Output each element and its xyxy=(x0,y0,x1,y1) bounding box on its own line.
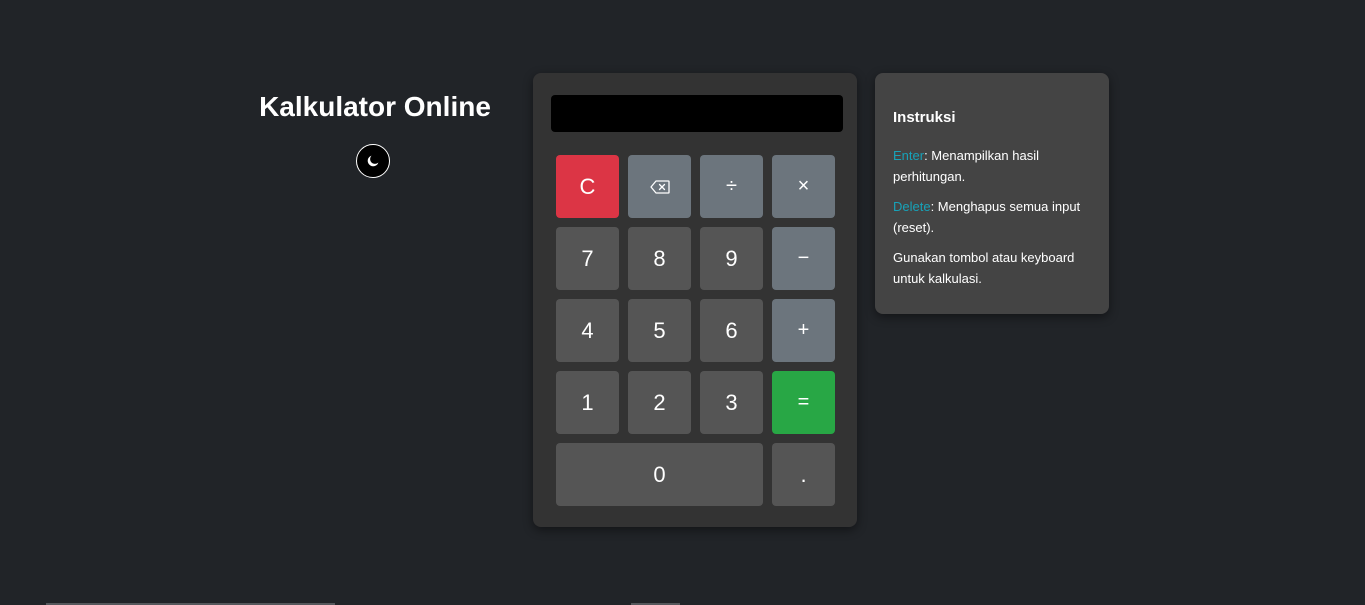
calculator: C ÷ × 7 8 9 − 4 5 6 + 1 2 3 = 0 . xyxy=(533,73,857,527)
instructions-title: Instruksi xyxy=(893,109,956,126)
digit-8-button[interactable]: 8 xyxy=(628,227,691,290)
digit-5-button[interactable]: 5 xyxy=(628,299,691,362)
digit-7-button[interactable]: 7 xyxy=(556,227,619,290)
digit-9-button[interactable]: 9 xyxy=(700,227,763,290)
digit-2-button[interactable]: 2 xyxy=(628,371,691,434)
digit-3-button[interactable]: 3 xyxy=(700,371,763,434)
minus-button[interactable]: − xyxy=(772,227,835,290)
backspace-button[interactable] xyxy=(628,155,691,218)
header-area: Kalkulator Online xyxy=(255,88,495,178)
backspace-icon xyxy=(649,179,670,194)
instruction-delete: Delete: Menghapus semua input (reset). xyxy=(893,196,1091,238)
divide-button[interactable]: ÷ xyxy=(700,155,763,218)
theme-toggle-button[interactable] xyxy=(356,144,390,178)
plus-button[interactable]: + xyxy=(772,299,835,362)
calculator-display[interactable] xyxy=(551,95,843,132)
decimal-button[interactable]: . xyxy=(772,443,835,506)
digit-4-button[interactable]: 4 xyxy=(556,299,619,362)
multiply-button[interactable]: × xyxy=(772,155,835,218)
instructions-panel: Instruksi Enter: Menampilkan hasil perhi… xyxy=(875,73,1109,314)
enter-key-label: Enter xyxy=(893,148,925,163)
clear-button[interactable]: C xyxy=(556,155,619,218)
digit-0-button[interactable]: 0 xyxy=(556,443,763,506)
equals-button[interactable]: = xyxy=(772,371,835,434)
moon-icon xyxy=(367,155,379,167)
delete-key-label: Delete xyxy=(893,199,931,214)
digit-6-button[interactable]: 6 xyxy=(700,299,763,362)
digit-1-button[interactable]: 1 xyxy=(556,371,619,434)
instruction-enter: Enter: Menampilkan hasil perhitungan. xyxy=(893,145,1091,187)
keypad: C ÷ × 7 8 9 − 4 5 6 + 1 2 3 = 0 . xyxy=(556,155,835,506)
instruction-general: Gunakan tombol atau keyboard untuk kalku… xyxy=(893,250,1075,286)
page-title: Kalkulator Online xyxy=(259,91,491,122)
page: Kalkulator Online C ÷ × 7 8 9 − 4 5 6 + … xyxy=(0,0,1365,605)
